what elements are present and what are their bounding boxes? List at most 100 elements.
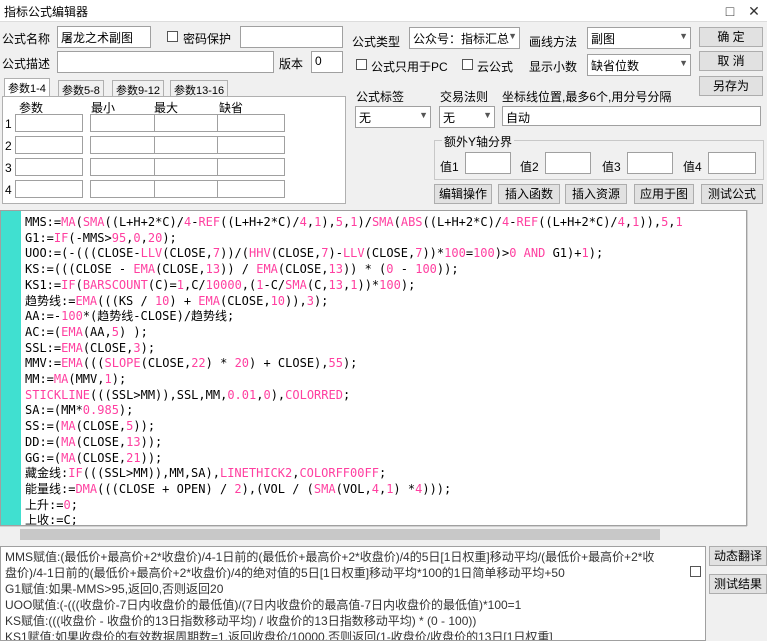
edit-op-button[interactable]: 编辑操作	[434, 184, 492, 204]
name-input[interactable]: 屠龙之术副图	[57, 26, 151, 48]
save-as-button[interactable]: 另存为	[699, 76, 763, 96]
code-text: ;	[70, 497, 78, 512]
decimal-select[interactable]: 缺省位数 ▼	[587, 54, 691, 76]
param-name-input[interactable]	[15, 114, 83, 132]
translate-checkbox[interactable]	[690, 566, 701, 577]
param-default-input[interactable]	[217, 180, 285, 198]
pc-only-checkbox[interactable]	[356, 59, 367, 70]
yaxis-v4-input[interactable]	[708, 152, 756, 174]
code-line[interactable]: GG:=(MA(CLOSE,21));	[25, 450, 162, 466]
code-line[interactable]: MM:=MA(MMV,1);	[25, 371, 126, 387]
param-min-input[interactable]	[90, 136, 158, 154]
draw-method-select[interactable]: 副图 ▼	[587, 27, 691, 49]
code-line[interactable]: 能量线:=DMA(((CLOSE + OPEN) / 2),(VOL / (SM…	[25, 481, 451, 497]
tab-params-9-12[interactable]: 参数9-12	[112, 80, 165, 97]
dynamic-translate-button[interactable]: 动态翻译	[709, 546, 767, 566]
code-text: 上升:=	[25, 497, 64, 512]
password-checkbox[interactable]	[167, 31, 178, 42]
tab-params-5-8[interactable]: 参数5-8	[58, 80, 104, 97]
restore-icon[interactable]: □	[718, 0, 742, 22]
param-name-input[interactable]	[15, 136, 83, 154]
param-name-input[interactable]	[15, 158, 83, 176]
param-min-input[interactable]	[90, 158, 158, 176]
code-line[interactable]: AA:=-100*(趋势线-CLOSE)/趋势线;	[25, 308, 234, 324]
axis-input[interactable]: 自动	[502, 106, 761, 126]
code-line[interactable]: STICKLINE(((SSL>MM)),SSL,MM,0.01,0),COLO…	[25, 387, 350, 403]
code-number: 1	[675, 215, 683, 229]
vertical-scrollbar[interactable]	[747, 210, 767, 526]
yaxis-v2-label: 值2	[520, 160, 539, 174]
code-keyword: EMA	[256, 262, 278, 277]
code-line[interactable]: KS:=(((CLOSE - EMA(CLOSE,13)) / EMA(CLOS…	[25, 261, 459, 277]
code-text: );	[400, 277, 416, 292]
close-icon[interactable]: ✕	[742, 0, 766, 22]
tab-params-1-4[interactable]: 参数1-4	[4, 78, 50, 97]
insert-resource-button[interactable]: 插入资源	[565, 184, 627, 204]
code-line[interactable]: AC:=(EMA(AA,5) );	[25, 324, 148, 340]
param-max-input[interactable]	[154, 136, 222, 154]
cloud-checkbox[interactable]	[462, 59, 473, 70]
code-text: -	[393, 262, 416, 277]
code-number: 10	[154, 293, 170, 308]
param-default-input[interactable]	[217, 136, 285, 154]
yaxis-v2-input[interactable]	[545, 152, 591, 174]
param-max-input[interactable]	[154, 158, 222, 176]
param-max-input[interactable]	[154, 180, 222, 198]
desc-input[interactable]	[57, 51, 274, 73]
trade-select[interactable]: 无 ▼	[439, 106, 495, 128]
type-select[interactable]: 公众号：指标汇总 ▼	[409, 27, 520, 49]
param-max-input[interactable]	[154, 114, 222, 132]
horizontal-scrollbar[interactable]	[0, 526, 747, 542]
param-default-input[interactable]	[217, 158, 285, 176]
ok-button[interactable]: 确 定	[699, 27, 763, 47]
code-line[interactable]: SSL:=EMA(CLOSE,3);	[25, 340, 155, 356]
test-result-button[interactable]: 测试结果	[709, 574, 767, 594]
code-line[interactable]: DD:=(MA(CLOSE,13));	[25, 434, 162, 450]
test-formula-button[interactable]: 测试公式	[701, 184, 763, 204]
code-number: 10	[270, 293, 286, 308]
apply-chart-button[interactable]: 应用于图	[634, 184, 694, 204]
line-gutter	[1, 211, 21, 525]
param-min-input[interactable]	[90, 114, 158, 132]
code-text: -C/	[263, 277, 286, 292]
version-input[interactable]: 0	[311, 51, 343, 73]
code-line[interactable]: UOO:=(-(((CLOSE-LLV(CLOSE,7))/(HHV(CLOSE…	[25, 245, 603, 261]
cancel-button[interactable]: 取 消	[699, 51, 763, 71]
code-text: ) +	[169, 293, 199, 308]
param-row-number: 3	[5, 161, 12, 175]
tab-params-13-16[interactable]: 参数13-16	[170, 80, 229, 97]
insert-function-button[interactable]: 插入函数	[498, 184, 560, 204]
code-line[interactable]: MMS:=MA(SMA((L+H+2*C)/4-REF((L+H+2*C)/4,…	[25, 214, 683, 230]
code-line[interactable]: SS:=(MA(CLOSE,5));	[25, 418, 155, 434]
code-line[interactable]: 藏金线:IF(((SSL>MM)),MM,SA),LINETHICK2,COLO…	[25, 465, 386, 481]
code-line[interactable]: 趋势线:=EMA(((KS / 10) + EMA(CLOSE,10)),3);	[25, 293, 328, 309]
code-line[interactable]: SA:=(MM*0.985);	[25, 402, 133, 418]
code-number: 2	[234, 481, 242, 496]
code-line[interactable]: KS1:=IF(BARSCOUNT(C)=1,C/10000,(1-C/SMA(…	[25, 277, 415, 293]
scrollbar-thumb[interactable]	[20, 529, 660, 540]
code-text: )>	[494, 246, 510, 261]
yaxis-v3-input[interactable]	[627, 152, 673, 174]
code-text: (AA,	[82, 324, 112, 339]
code-editor[interactable]: MMS:=MA(SMA((L+H+2*C)/4-REF((L+H+2*C)/4,…	[0, 210, 747, 526]
param-name-input[interactable]	[15, 180, 83, 198]
code-keyword: AND	[523, 246, 546, 261]
tag-select[interactable]: 无 ▼	[355, 106, 431, 128]
code-line[interactable]: G1:=IF(-MMS>95,0,20);	[25, 230, 177, 246]
code-number: 1	[104, 372, 112, 386]
code-keyword: MA	[61, 450, 76, 465]
code-text: ((L+H+2*C)/	[104, 215, 184, 229]
code-number: 100	[415, 262, 437, 277]
code-keyword: COLORRED	[285, 387, 343, 402]
param-min-input[interactable]	[90, 180, 158, 198]
yaxis-v1-input[interactable]	[465, 152, 511, 174]
code-text: ,	[668, 215, 676, 229]
code-number: 10000	[205, 277, 242, 292]
param-default-input[interactable]	[217, 114, 285, 132]
password-input[interactable]	[240, 26, 343, 48]
code-text: SS:=(	[25, 419, 62, 434]
code-text: ) *	[393, 481, 416, 496]
code-line[interactable]: 上收:=C;	[25, 512, 78, 525]
code-line[interactable]: MMV:=EMA(((SLOPE(CLOSE,22) * 20) + CLOSE…	[25, 355, 357, 371]
code-line[interactable]: 上升:=0;	[25, 497, 78, 513]
